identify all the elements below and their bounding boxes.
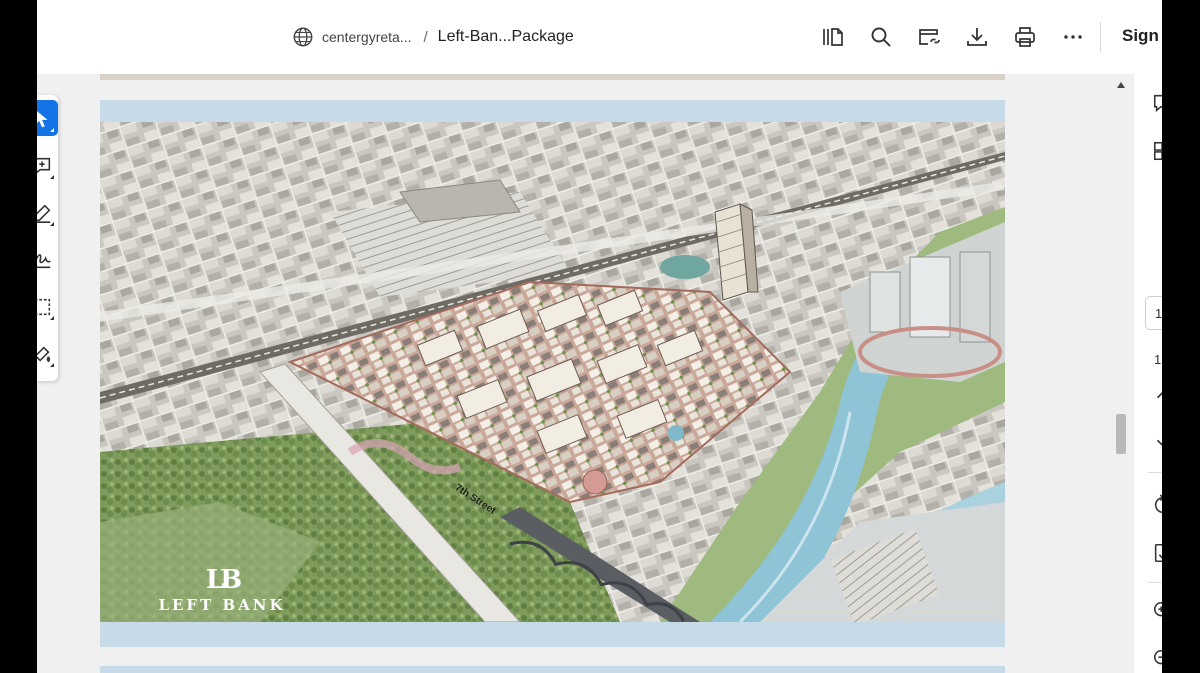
print-icon[interactable]	[1012, 24, 1038, 50]
draw-pen-button[interactable]	[37, 194, 58, 230]
draw-pen-icon	[37, 204, 51, 223]
left-bank-logo: LB LEFT BANK	[147, 567, 297, 617]
download-icon[interactable]	[964, 24, 990, 50]
pdf-viewer-app: centergyreta... / Left-Ban...Package Sig…	[37, 0, 1162, 673]
vertical-scrollbar[interactable]	[1114, 74, 1128, 673]
pdf-page: 7th Street LB LEFT BANK	[100, 100, 1005, 647]
toolbar-divider	[1100, 22, 1101, 52]
logo-monogram: LB	[205, 565, 242, 595]
globe-icon	[293, 27, 313, 47]
right-side-rail: 1 1	[1134, 74, 1162, 673]
aerial-rendering-image: 7th Street LB LEFT BANK	[100, 122, 1005, 622]
previous-page-edge	[100, 74, 1005, 80]
scroll-thumb[interactable]	[1116, 414, 1126, 454]
screen-edge-left	[0, 0, 37, 673]
search-icon[interactable]	[868, 24, 894, 50]
rail-divider	[1148, 472, 1162, 473]
breadcrumb-separator: /	[423, 28, 428, 46]
rotate-icon[interactable]	[1152, 494, 1162, 516]
crop-select-button[interactable]	[37, 288, 58, 324]
page-number-input[interactable]: 1	[1145, 296, 1162, 330]
add-comment-button[interactable]	[37, 147, 58, 183]
submenu-indicator-icon	[50, 128, 54, 132]
save-page-icon[interactable]	[1152, 542, 1162, 564]
document-viewport[interactable]: 7th Street LB LEFT BANK	[37, 74, 1125, 673]
comment-icon[interactable]	[1152, 92, 1162, 114]
submenu-indicator-icon	[50, 175, 54, 179]
signature-icon	[37, 254, 51, 269]
next-page-icon[interactable]	[1152, 432, 1162, 454]
logo-wordmark: LEFT BANK	[158, 596, 286, 614]
scroll-up-arrow-icon[interactable]	[1117, 82, 1125, 88]
select-tool-icon	[37, 111, 48, 128]
submenu-indicator-icon	[50, 363, 54, 367]
organize-pages-icon[interactable]	[1152, 140, 1162, 162]
add-comment-icon	[37, 157, 51, 174]
more-options-icon[interactable]	[1060, 24, 1086, 50]
screen-edge-right	[1162, 0, 1200, 673]
submenu-indicator-icon	[50, 316, 54, 320]
breadcrumb-filename[interactable]: Left-Ban...Package	[438, 28, 574, 46]
breadcrumb: centergyreta... / Left-Ban...Package	[292, 24, 574, 50]
top-toolbar: centergyreta... / Left-Ban...Package Sig…	[37, 0, 1162, 74]
fill-sign-button[interactable]	[37, 335, 58, 371]
select-tool-button[interactable]	[37, 100, 58, 136]
crop-select-icon	[37, 298, 51, 316]
rail-divider	[1148, 582, 1162, 583]
zoom-out-icon[interactable]	[1152, 648, 1162, 670]
page-total-count: 1	[1154, 352, 1162, 367]
submenu-indicator-icon	[50, 222, 54, 226]
left-tool-rail	[37, 95, 58, 381]
page-thumbnails-icon[interactable]	[820, 24, 846, 50]
zoom-in-icon[interactable]	[1152, 600, 1162, 622]
previous-page-icon[interactable]	[1152, 384, 1162, 406]
next-page-edge	[100, 666, 1005, 673]
sign-in-button[interactable]: Sign in	[1122, 26, 1162, 46]
share-link-icon[interactable]	[916, 24, 942, 50]
breadcrumb-domain[interactable]: centergyreta...	[322, 29, 412, 45]
fill-sign-icon	[37, 346, 51, 363]
signature-button[interactable]	[37, 241, 58, 277]
